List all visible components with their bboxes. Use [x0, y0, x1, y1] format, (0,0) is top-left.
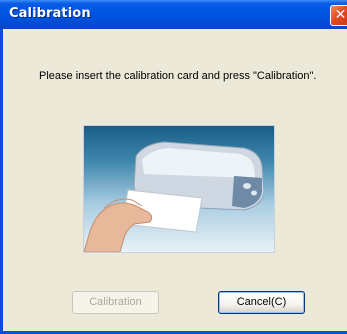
calibration-window: Calibration ✕ Please insert the calibrat… — [0, 0, 347, 334]
close-icon: ✕ — [334, 7, 347, 23]
scanner-with-card-icon — [84, 141, 265, 252]
window-title: Calibration — [9, 6, 91, 21]
scanner-illustration — [83, 125, 275, 253]
cancel-button[interactable]: Cancel(C) — [218, 291, 305, 314]
close-button[interactable]: ✕ — [330, 5, 347, 26]
calibration-button[interactable]: Calibration — [72, 291, 159, 314]
instruction-text: Please insert the calibration card and p… — [39, 70, 317, 82]
title-bar[interactable]: Calibration ✕ — [0, 0, 347, 29]
